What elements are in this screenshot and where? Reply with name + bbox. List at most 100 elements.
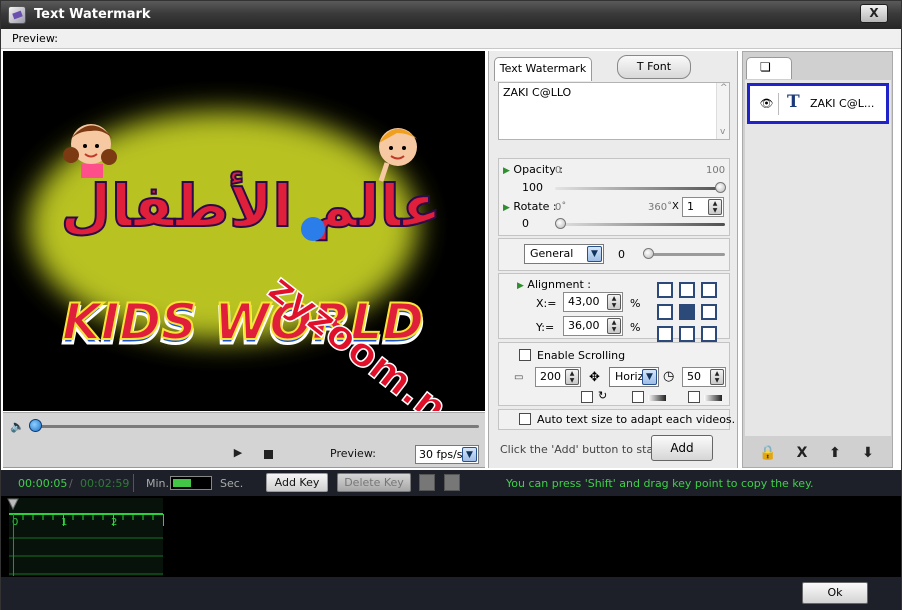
close-button[interactable]: X: [860, 4, 888, 23]
add-button[interactable]: Add: [651, 435, 713, 461]
fade-out-checkbox[interactable]: [688, 391, 700, 403]
preview-header: Preview:: [1, 29, 901, 49]
loop-checkbox[interactable]: [581, 391, 593, 403]
spin-arrows-icon[interactable]: ▲ ▼: [607, 294, 621, 310]
tab-text-watermark[interactable]: Text Watermark: [494, 57, 592, 81]
autosize-section: Auto text size to adapt each videos.: [498, 409, 735, 430]
playhead-line[interactable]: [13, 514, 14, 576]
eye-icon[interactable]: 👁: [755, 93, 779, 115]
previous-key-icon[interactable]: [419, 474, 435, 491]
rotate-label: ▶ Rotate :: [503, 200, 557, 213]
rotate-min: 0˚: [555, 202, 567, 213]
globe-icon: [301, 217, 325, 241]
align-bottom-left[interactable]: [657, 326, 673, 342]
chevron-down-icon[interactable]: ▼: [462, 447, 477, 462]
chevron-down-icon[interactable]: ▼: [642, 369, 657, 385]
scroll-duration-value: 50: [687, 370, 701, 383]
current-time: 00:00:05: [18, 477, 68, 490]
preview-fps-label: Preview:: [330, 447, 376, 460]
scroll-direction-select[interactable]: Horiz ▼: [609, 367, 659, 387]
fade-in-checkbox[interactable]: [632, 391, 644, 403]
arabic-logo-text: عالم الأطفال: [61, 171, 441, 240]
fps-value: 30 fps/s: [419, 448, 463, 461]
add-key-button[interactable]: Add Key: [266, 473, 328, 492]
scrolling-section: Enable Scrolling ▭ 200 ▲ ▼ ✥ Horiz ▼ ◷ 50…: [498, 342, 730, 406]
playhead-marker-icon[interactable]: [7, 498, 19, 510]
stop-icon[interactable]: [264, 450, 273, 459]
fade-out-icon: [704, 395, 722, 401]
total-time: 00:02:59: [80, 477, 130, 490]
chevron-down-icon[interactable]: ▼: [587, 246, 602, 262]
opacity-slider[interactable]: [555, 187, 725, 190]
scroll-direction-value: Horiz: [615, 370, 644, 383]
loop-icon: ↻: [598, 389, 608, 402]
y-unit: %: [630, 321, 641, 334]
align-top-left[interactable]: [657, 282, 673, 298]
effect-slider[interactable]: [645, 253, 725, 256]
autosize-checkbox[interactable]: [519, 413, 531, 425]
seek-track[interactable]: [29, 425, 479, 428]
timeline-track[interactable]: 0 1 2: [1, 496, 901, 577]
effect-value: 0: [618, 248, 625, 261]
layer-item[interactable]: 👁 T ZAKI C@L...: [747, 83, 889, 124]
app-icon: [8, 6, 26, 24]
align-top-right[interactable]: [701, 282, 717, 298]
scroll-speed-value: 200: [540, 370, 561, 383]
spin-arrows-icon[interactable]: ▲ ▼: [708, 199, 722, 215]
rotate-slider[interactable]: [555, 223, 725, 226]
tab-font[interactable]: T Font: [617, 55, 691, 79]
y-position-value: 36,00: [568, 319, 600, 332]
preview-header-label: Preview:: [12, 32, 58, 45]
watermark-text-input[interactable]: ZAKI C@LLO: [498, 82, 730, 140]
ruler-icon: ▭: [514, 372, 524, 383]
x-position-spinner[interactable]: 43,00 ▲ ▼: [563, 292, 623, 312]
video-preview[interactable]: عالم الأطفال KIDS WORLD KIDS WORLD zyzoo…: [3, 51, 485, 411]
lock-icon[interactable]: 🔒: [759, 445, 777, 463]
layers-icon: ❏: [760, 60, 771, 74]
enable-scrolling-checkbox[interactable]: [519, 349, 531, 361]
y-position-spinner[interactable]: 36,00 ▲ ▼: [563, 316, 623, 336]
spin-arrows-icon[interactable]: ▲ ▼: [710, 369, 724, 385]
rotate-multiplier-spinner[interactable]: 1 ▲ ▼: [682, 197, 724, 217]
align-top-center[interactable]: [679, 282, 695, 298]
seek-knob[interactable]: [29, 419, 42, 432]
text-settings-panel: Text Watermark T Font ZAKI C@LLO ▶ Opaci…: [488, 51, 738, 468]
next-key-icon[interactable]: [444, 474, 460, 491]
spin-arrows-icon[interactable]: ▲ ▼: [565, 369, 579, 385]
spin-arrows-icon[interactable]: ▲ ▼: [607, 318, 621, 334]
volume-icon[interactable]: 🔈: [10, 419, 25, 433]
x-position-value: 43,00: [568, 295, 600, 308]
layers-tab[interactable]: ❏: [746, 57, 792, 79]
text-scrollbar[interactable]: [716, 83, 729, 139]
ok-button[interactable]: Ok: [802, 582, 868, 604]
text-layer-icon: T: [787, 92, 800, 112]
time-separator: /: [69, 477, 73, 490]
watermark-preview-graphic: عالم الأطفال KIDS WORLD KIDS WORLD zyzoo…: [28, 111, 485, 411]
move-up-icon[interactable]: ⬆: [826, 445, 844, 463]
effect-select[interactable]: General ▼: [524, 244, 604, 264]
title-bar: Text Watermark X: [1, 1, 901, 29]
play-icon[interactable]: ▶: [231, 446, 245, 460]
align-bottom-right[interactable]: [701, 326, 717, 342]
scroll-duration-spinner[interactable]: 50 ▲ ▼: [682, 367, 726, 387]
delete-key-button[interactable]: Delete Key: [337, 473, 411, 492]
effect-slider-knob[interactable]: [643, 248, 654, 259]
zoom-slider[interactable]: [170, 476, 212, 490]
fps-select[interactable]: 30 fps/s ▼: [415, 445, 479, 464]
rotate-slider-knob[interactable]: [555, 218, 566, 229]
window-title: Text Watermark: [34, 7, 151, 22]
align-middle-right[interactable]: [701, 304, 717, 320]
timeline-ruler: 0 1 2: [9, 498, 164, 576]
layer-name: ZAKI C@L...: [810, 97, 875, 110]
delete-layer-icon[interactable]: X: [793, 445, 811, 463]
align-middle-left[interactable]: [657, 304, 673, 320]
scroll-speed-spinner[interactable]: 200 ▲ ▼: [535, 367, 581, 387]
move-arrows-icon: ✥: [589, 370, 600, 385]
ruler-minor-ticks: [9, 515, 163, 575]
text-watermark-window: Text Watermark X Preview: عالم الأطفال K…: [0, 0, 902, 610]
align-center[interactable]: [679, 304, 695, 320]
opacity-slider-knob[interactable]: [715, 182, 726, 193]
move-down-icon[interactable]: ⬇: [859, 445, 877, 463]
opacity-value: 100: [522, 181, 543, 194]
align-bottom-center[interactable]: [679, 326, 695, 342]
